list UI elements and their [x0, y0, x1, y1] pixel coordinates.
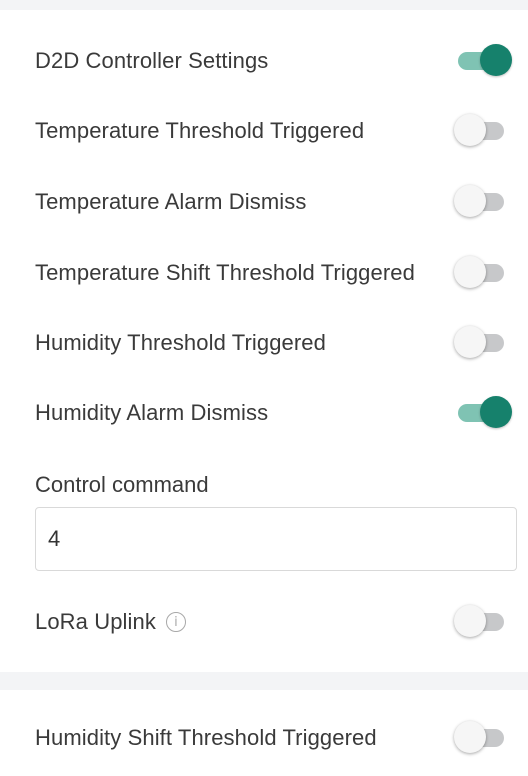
temperature-threshold-toggle[interactable] [454, 113, 514, 149]
setting-label: Humidity Threshold Triggered [35, 330, 326, 355]
setting-label: Temperature Alarm Dismiss [35, 189, 307, 214]
setting-row-temperature-shift-threshold: Temperature Shift Threshold Triggered [0, 253, 528, 293]
info-icon[interactable]: i [165, 612, 186, 632]
control-command-input[interactable]: 4 [35, 507, 517, 571]
toggle-knob [454, 605, 486, 637]
setting-row-d2d-controller: D2D Controller Settings [0, 41, 528, 81]
setting-label: Temperature Shift Threshold Triggered [35, 260, 415, 285]
setting-row-humidity-threshold: Humidity Threshold Triggered [0, 323, 528, 363]
control-command-label: Control command [35, 472, 209, 497]
setting-row-humidity-alarm-dismiss: Humidity Alarm Dismiss [0, 393, 528, 433]
setting-label: Humidity Alarm Dismiss [35, 400, 269, 425]
setting-label: Temperature Threshold Triggered [35, 118, 365, 143]
section-divider [0, 672, 528, 690]
lora-uplink-label: LoRa Uplink [35, 609, 156, 634]
toggle-knob [454, 326, 486, 358]
setting-row-temperature-threshold: Temperature Threshold Triggered [0, 111, 528, 151]
humidity-shift-threshold-toggle[interactable] [454, 720, 514, 756]
lora-uplink-toggle[interactable] [454, 604, 514, 640]
d2d-controller-toggle[interactable] [454, 43, 514, 79]
setting-label: Humidity Shift Threshold Triggered [35, 725, 377, 750]
setting-row-temperature-alarm-dismiss: Temperature Alarm Dismiss [0, 182, 528, 222]
toggle-knob [480, 396, 512, 428]
temperature-alarm-dismiss-toggle[interactable] [454, 184, 514, 220]
temperature-shift-threshold-toggle[interactable] [454, 255, 514, 291]
setting-row-humidity-shift-threshold: Humidity Shift Threshold Triggered [0, 718, 528, 758]
top-divider [0, 0, 528, 10]
toggle-knob [454, 721, 486, 753]
humidity-alarm-dismiss-toggle[interactable] [454, 395, 514, 431]
toggle-knob [454, 114, 486, 146]
toggle-knob [454, 256, 486, 288]
toggle-knob [454, 185, 486, 217]
toggle-knob [480, 44, 512, 76]
setting-label: D2D Controller Settings [35, 48, 269, 73]
humidity-threshold-toggle[interactable] [454, 325, 514, 361]
setting-row-lora-uplink: LoRa Uplink i [0, 602, 528, 642]
setting-label: LoRa Uplink i [35, 609, 186, 635]
